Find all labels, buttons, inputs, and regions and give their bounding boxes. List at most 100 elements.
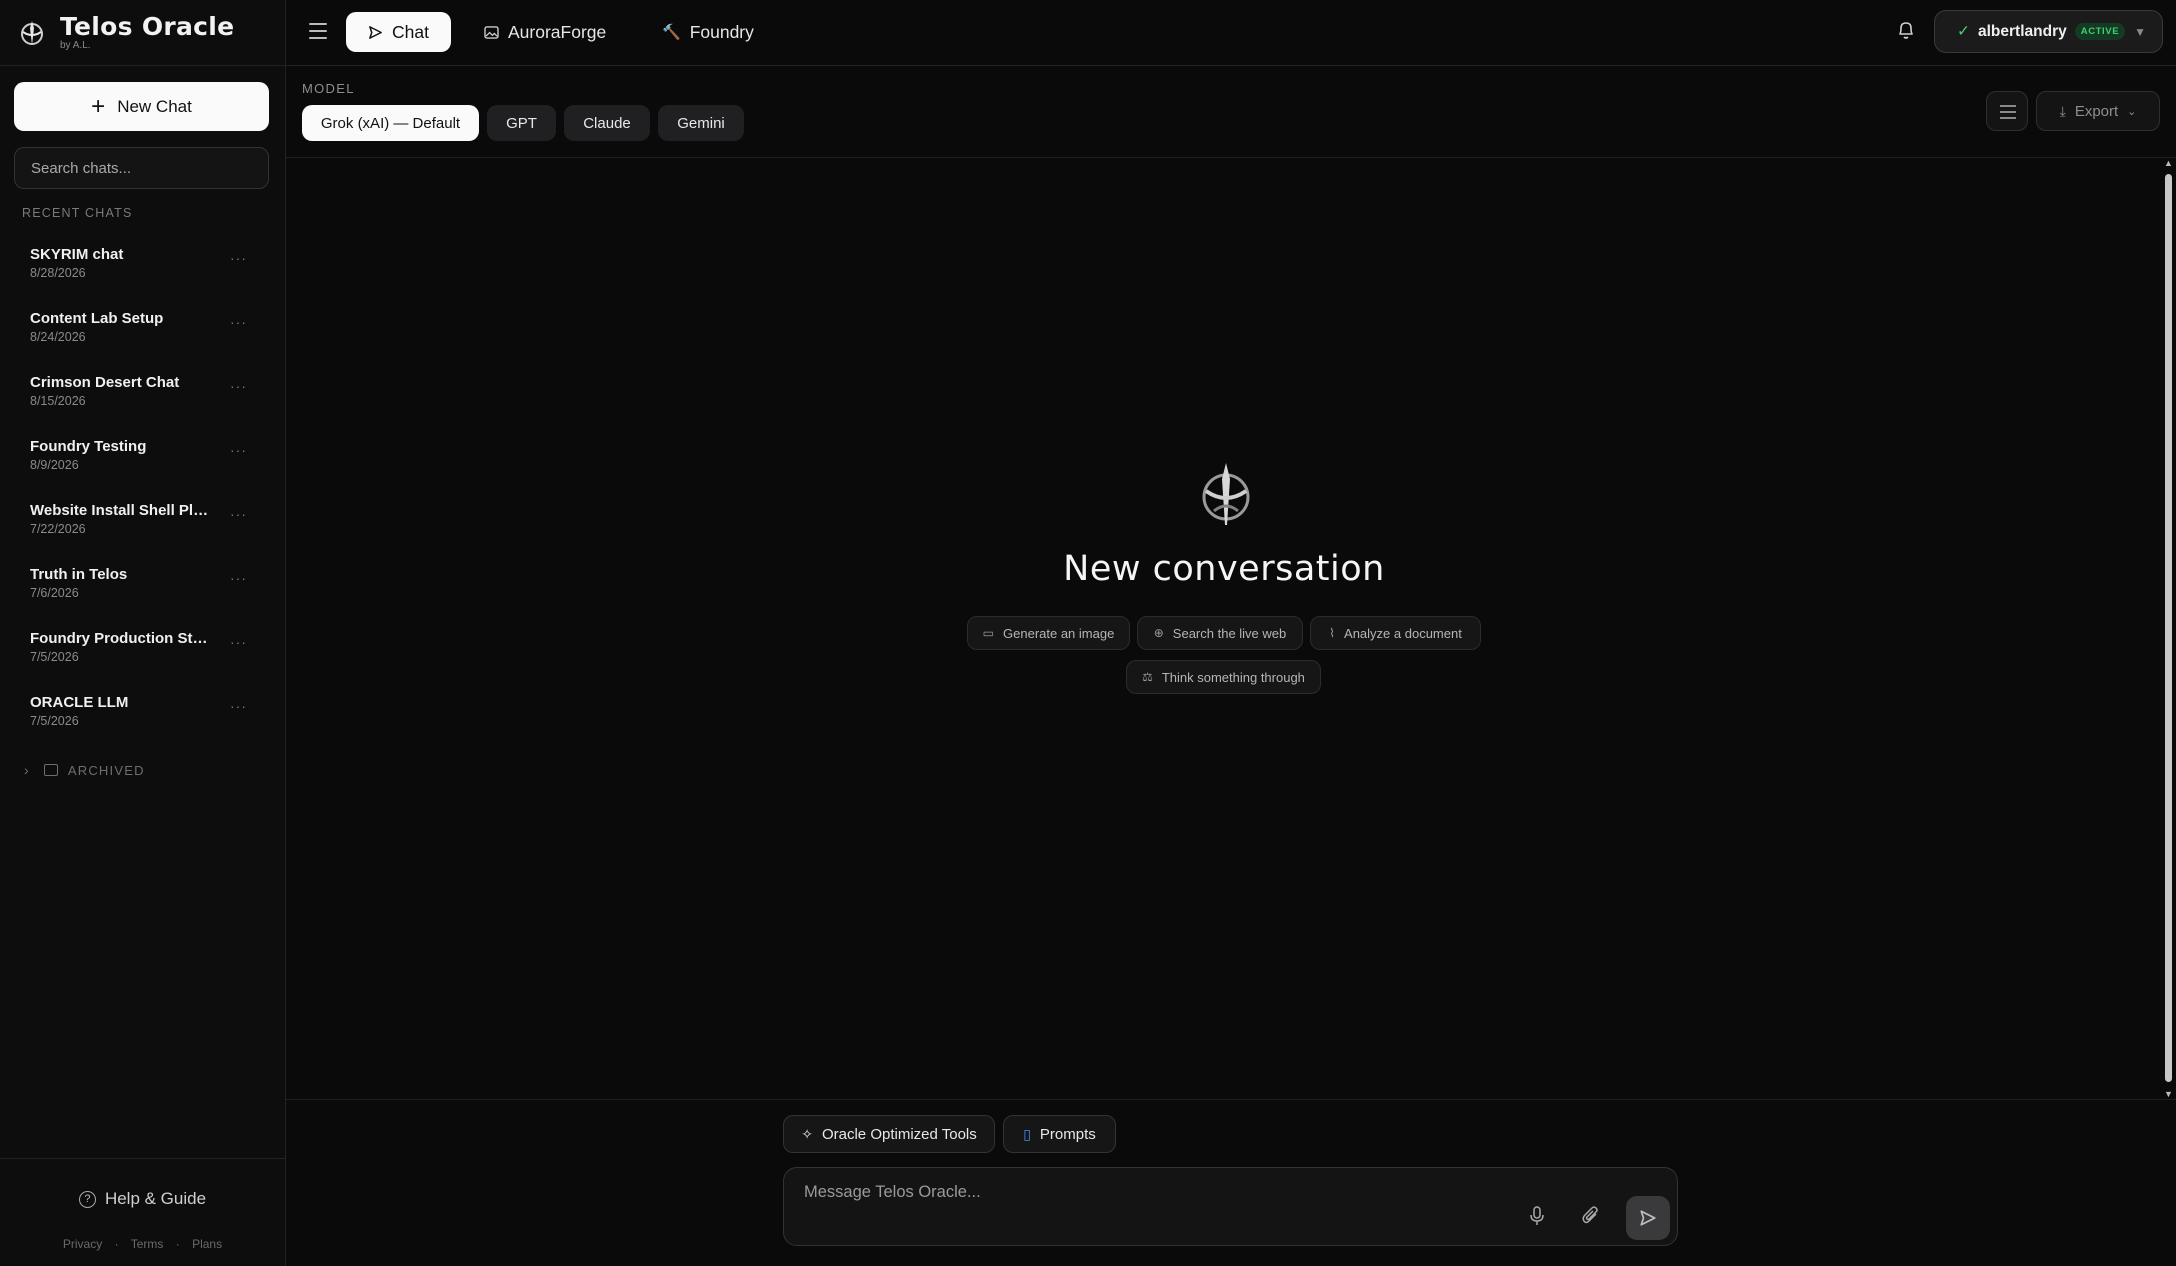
- export-button[interactable]: ⤓ Export ⌄: [2036, 91, 2160, 131]
- chat-date: 8/15/2026: [30, 394, 86, 408]
- chat-list-item[interactable]: SKYRIM chat 8/28/2026 ···: [0, 232, 285, 296]
- chat-area: New conversation ▭ Generate an image ⊕ S…: [286, 158, 2162, 1099]
- image-icon: ▭: [982, 626, 995, 640]
- chat-list-item[interactable]: Foundry Production Studi... 7/5/2026 ···: [0, 616, 285, 680]
- help-icon: ?: [78, 1190, 96, 1208]
- model-claude-button[interactable]: Claude: [564, 105, 650, 141]
- separator: ·: [114, 1237, 119, 1251]
- oracle-emblem-icon: [1202, 463, 1250, 525]
- chat-list-item[interactable]: Crimson Desert Chat 8/15/2026 ···: [0, 360, 285, 424]
- terms-link[interactable]: Terms: [131, 1237, 164, 1251]
- chat-list-item[interactable]: Truth in Telos 7/6/2026 ···: [0, 552, 285, 616]
- scroll-down-icon[interactable]: ▼: [2164, 1089, 2173, 1099]
- tab-auroraforge[interactable]: AuroraForge: [484, 12, 606, 52]
- more-options-icon[interactable]: ···: [230, 250, 247, 266]
- oracle-logo-icon: [21, 20, 43, 45]
- more-options-icon[interactable]: ···: [230, 634, 247, 650]
- chat-list-item[interactable]: Website Install Shell Plan... 7/22/2026 …: [0, 488, 285, 552]
- new-chat-button[interactable]: + New Chat: [14, 82, 269, 131]
- sparkle-icon: ✧: [801, 1125, 813, 1142]
- chat-list-item[interactable]: Content Lab Setup 8/24/2026 ···: [0, 296, 285, 360]
- top-bar: Chat AuroraForge 🔨 Foundry ✓ albertlandr…: [286, 0, 2176, 66]
- more-options-icon[interactable]: ···: [230, 314, 247, 330]
- chat-date: 7/6/2026: [30, 586, 79, 600]
- suggestion-search-web[interactable]: ⊕ Search the live web: [1137, 616, 1303, 650]
- check-icon: ✓: [1957, 23, 1970, 40]
- suggestion-generate-image[interactable]: ▭ Generate an image: [967, 616, 1130, 650]
- chat-name: Foundry Testing: [30, 438, 147, 455]
- chat-name: Crimson Desert Chat: [30, 374, 180, 391]
- more-options-icon[interactable]: ···: [230, 570, 247, 586]
- help-guide-link[interactable]: ? Help & Guide: [0, 1189, 285, 1209]
- send-button[interactable]: [1626, 1196, 1670, 1240]
- brand-title: Telos Oracle: [60, 11, 235, 41]
- chat-list-item[interactable]: ORACLE LLM 7/5/2026 ···: [0, 680, 285, 744]
- send-icon: [369, 25, 382, 39]
- model-gpt-button[interactable]: GPT: [487, 105, 556, 141]
- plus-icon: +: [91, 92, 106, 120]
- oracle-tools-button[interactable]: ✧ Oracle Optimized Tools: [783, 1115, 995, 1153]
- chat-date: 7/5/2026: [30, 714, 79, 728]
- chat-scrollbar[interactable]: ▲ ▼: [2162, 158, 2176, 1099]
- paperclip-icon: ⌇: [1329, 626, 1336, 640]
- chat-list-item[interactable]: Foundry Testing 8/9/2026 ···: [0, 424, 285, 488]
- privacy-link[interactable]: Privacy: [63, 1237, 102, 1251]
- message-input[interactable]: [804, 1183, 1504, 1202]
- download-icon: ⤓: [2059, 102, 2066, 119]
- chat-name: Content Lab Setup: [30, 310, 164, 327]
- plans-link[interactable]: Plans: [192, 1237, 222, 1251]
- prompts-label: Prompts: [1039, 1125, 1096, 1143]
- paperclip-icon[interactable]: [1582, 1206, 1600, 1226]
- hammer-icon: 🔨: [662, 24, 681, 41]
- microphone-icon[interactable]: [1530, 1206, 1544, 1226]
- archived-toggle[interactable]: › ARCHIVED: [24, 762, 145, 778]
- user-menu-button[interactable]: ✓ albertlandry ACTIVE ▼: [1934, 10, 2163, 53]
- tab-chat[interactable]: Chat: [346, 12, 451, 52]
- export-label: Export: [2074, 102, 2119, 120]
- model-grok-button[interactable]: Grok (xAI) — Default: [302, 105, 479, 141]
- suggestion-think-through[interactable]: ⚖ Think something through: [1126, 660, 1321, 694]
- globe-icon: ⊕: [1153, 626, 1164, 640]
- model-gemini-button[interactable]: Gemini: [658, 105, 744, 141]
- brand-byline: by A.L.: [60, 39, 91, 51]
- archived-label: ARCHIVED: [67, 762, 145, 778]
- tab-label: Foundry: [689, 21, 754, 42]
- chat-date: 8/28/2026: [30, 266, 86, 280]
- prompts-button[interactable]: ▯ Prompts: [1003, 1115, 1116, 1153]
- status-badge: ACTIVE: [2074, 23, 2126, 40]
- brand[interactable]: Telos Oracle by A.L.: [0, 0, 285, 66]
- chat-list: SKYRIM chat 8/28/2026 ··· Content Lab Se…: [0, 232, 285, 744]
- sidebar-footer: ? Help & Guide Privacy · Terms · Plans: [0, 1158, 285, 1266]
- menu-icon[interactable]: [309, 23, 327, 44]
- sidebar: Telos Oracle by A.L. + New Chat RECENT C…: [0, 0, 286, 1266]
- chat-date: 8/24/2026: [30, 330, 86, 344]
- chip-label: Think something through: [1161, 669, 1305, 685]
- chip-label: Analyze a document: [1344, 625, 1462, 641]
- message-box: [783, 1167, 1678, 1246]
- more-options-icon[interactable]: ···: [230, 506, 247, 522]
- image-icon: [484, 25, 499, 39]
- tab-label: Chat: [392, 21, 429, 42]
- chat-name: Foundry Production Studi...: [30, 630, 214, 647]
- more-options-icon[interactable]: ···: [230, 698, 247, 714]
- chevron-right-icon: ›: [24, 762, 30, 778]
- recent-chats-heading: RECENT CHATS: [22, 206, 133, 220]
- chevron-down-icon: ⌄: [2127, 105, 2137, 118]
- more-options-icon[interactable]: ···: [230, 378, 247, 394]
- tools-label: Oracle Optimized Tools: [821, 1125, 977, 1143]
- list-view-button[interactable]: [1986, 91, 2028, 131]
- help-label: Help & Guide: [104, 1189, 207, 1208]
- tab-foundry[interactable]: 🔨 Foundry: [662, 12, 754, 52]
- send-icon: [1640, 1210, 1656, 1226]
- page-title: New conversation: [1063, 549, 1385, 589]
- search-chats-input[interactable]: [14, 147, 269, 189]
- scrollbar-thumb[interactable]: [2165, 174, 2172, 1082]
- scroll-up-icon[interactable]: ▲: [2164, 158, 2173, 168]
- chat-name: Truth in Telos: [30, 566, 128, 583]
- model-label: MODEL: [302, 81, 355, 96]
- chat-date: 7/22/2026: [30, 522, 86, 536]
- more-options-icon[interactable]: ···: [230, 442, 247, 458]
- bell-icon[interactable]: [1897, 19, 1915, 41]
- suggestion-analyze-document[interactable]: ⌇ Analyze a document: [1310, 616, 1481, 650]
- chip-label: Search the live web: [1172, 625, 1287, 641]
